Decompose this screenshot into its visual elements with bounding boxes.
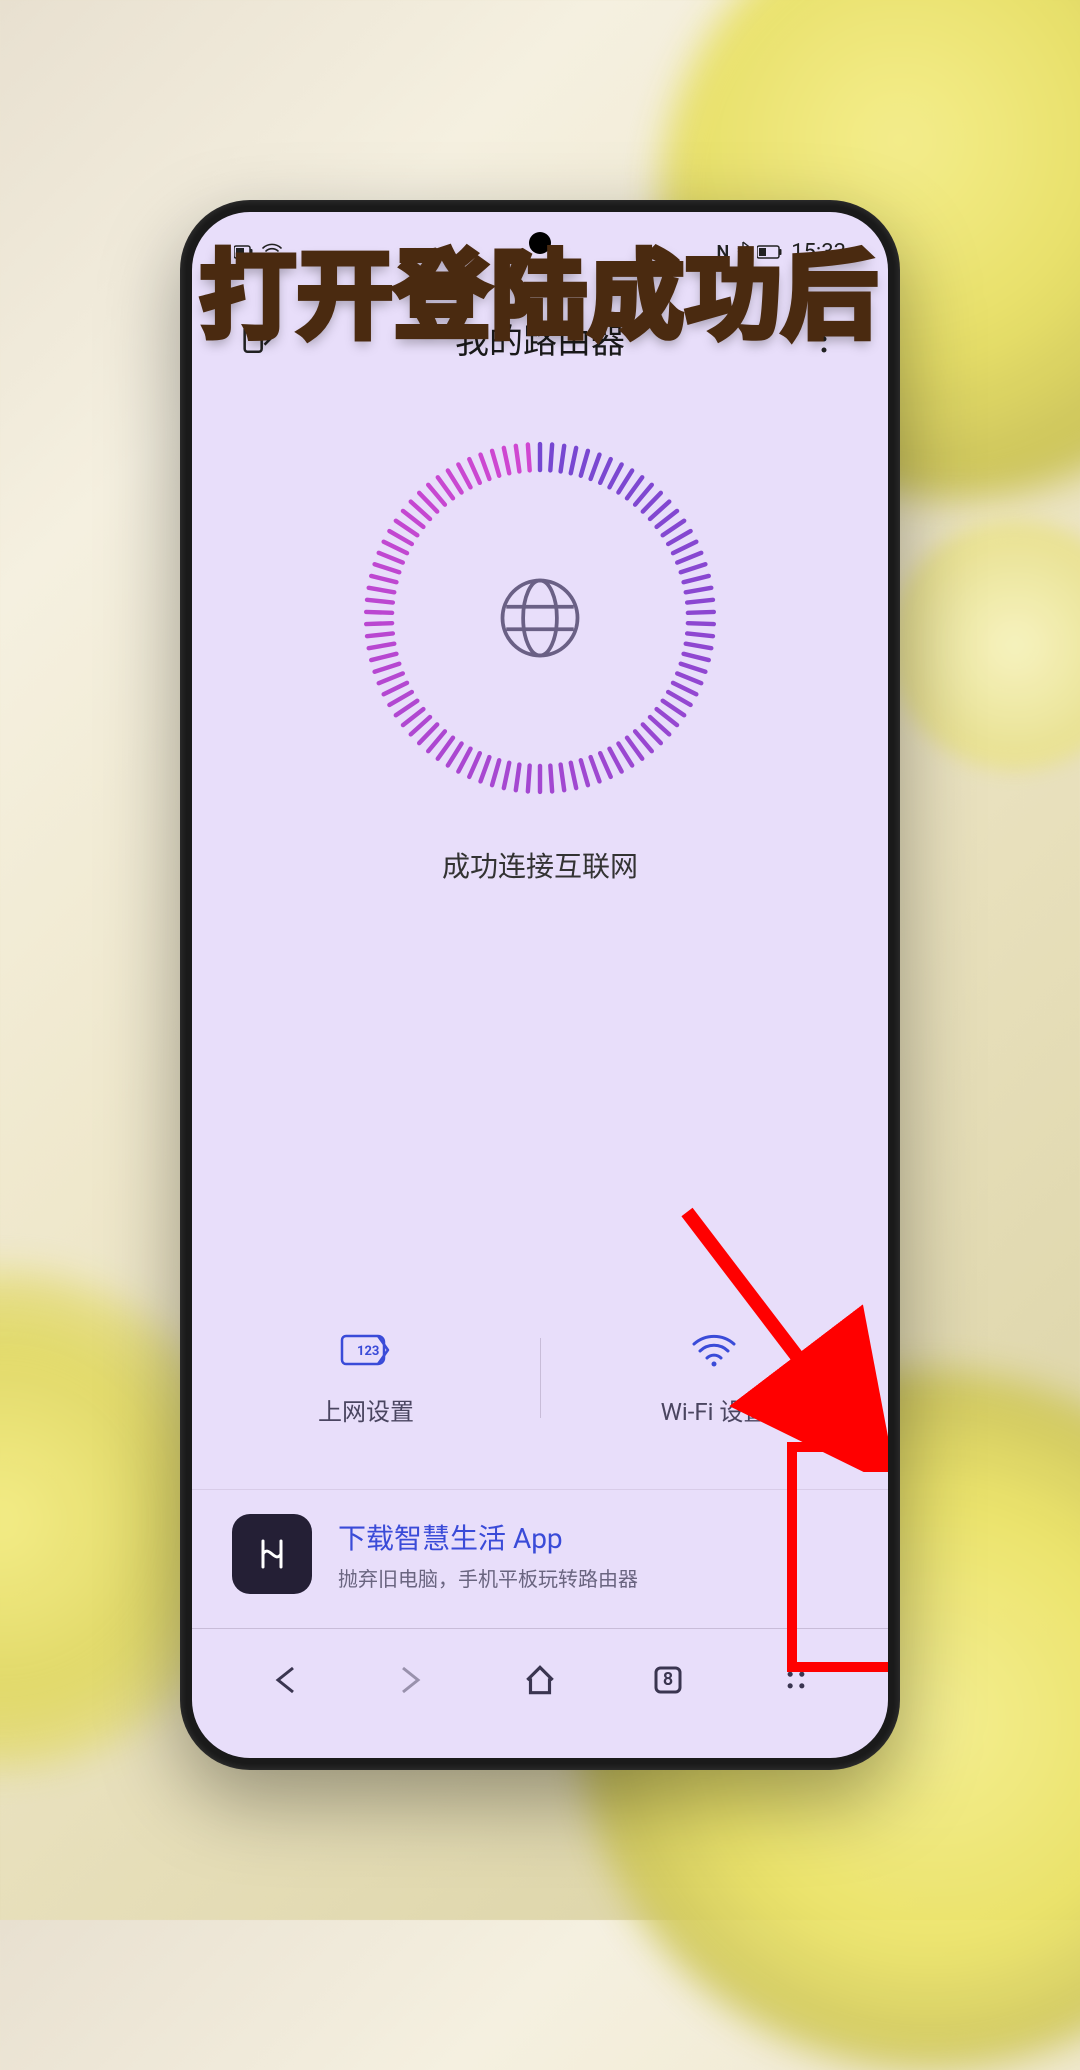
option-label: Wi-Fi 设置 bbox=[661, 1392, 768, 1427]
connection-status-text: 成功连接互联网 bbox=[442, 845, 638, 885]
phone-screen: N 15:33 我的路由器 bbox=[192, 212, 888, 1758]
wifi-settings-icon bbox=[688, 1330, 740, 1374]
back-button[interactable] bbox=[256, 1652, 312, 1708]
browser-nav-bar: 8 bbox=[192, 1628, 888, 1758]
home-button[interactable] bbox=[512, 1652, 568, 1708]
menu-button[interactable] bbox=[768, 1652, 824, 1708]
background-flower bbox=[890, 520, 1080, 770]
app-promo-banner[interactable]: 下载智慧生活 App 抛弃旧电脑，手机平板玩转路由器 bbox=[192, 1489, 888, 1618]
phone-frame: N 15:33 我的路由器 bbox=[180, 200, 900, 1770]
options-row: 123 上网设置 Wi-Fi 设置 bbox=[192, 1288, 888, 1468]
globe-icon bbox=[495, 573, 585, 663]
video-caption: 打开登陆成功后 bbox=[200, 220, 879, 357]
connection-dial: 成功连接互联网 bbox=[192, 433, 888, 885]
promo-subtitle: 抛弃旧电脑，手机平板玩转路由器 bbox=[338, 1563, 638, 1592]
hilink-icon bbox=[232, 1514, 312, 1594]
forward-button[interactable] bbox=[384, 1652, 440, 1708]
tabs-button[interactable]: 8 bbox=[640, 1652, 696, 1708]
network-settings-option[interactable]: 123 上网设置 bbox=[192, 1288, 540, 1468]
option-label: 上网设置 bbox=[318, 1392, 414, 1427]
svg-text:123: 123 bbox=[357, 1344, 379, 1359]
wifi-settings-option[interactable]: Wi-Fi 设置 bbox=[540, 1288, 888, 1468]
network-settings-icon: 123 bbox=[340, 1330, 392, 1374]
tabs-count: 8 bbox=[663, 1669, 673, 1690]
promo-title: 下载智慧生活 App bbox=[338, 1517, 638, 1557]
